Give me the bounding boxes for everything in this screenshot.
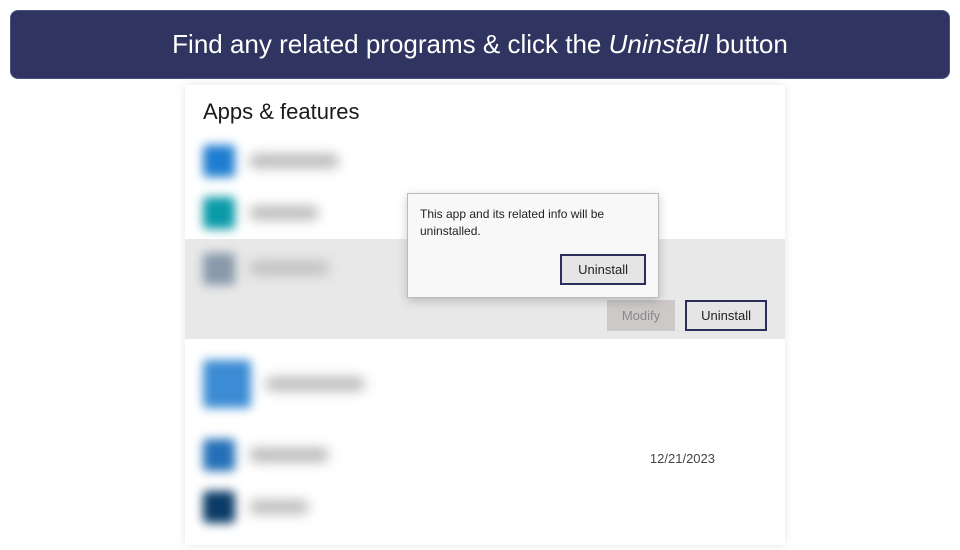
app-name-blurred	[249, 448, 329, 462]
app-icon	[203, 360, 251, 408]
app-icon	[203, 253, 235, 285]
banner-text-italic: Uninstall	[609, 29, 709, 59]
app-icon	[203, 145, 235, 177]
uninstall-popup: This app and its related info will be un…	[407, 193, 659, 298]
instruction-banner: Find any related programs & click the Un…	[10, 10, 950, 79]
app-item[interactable]: 12/21/2023	[185, 429, 785, 481]
banner-text-prefix: Find any related programs & click the	[172, 29, 608, 59]
popup-actions: Uninstall	[420, 254, 646, 285]
app-name-blurred	[249, 206, 319, 220]
app-icon	[203, 439, 235, 471]
popup-uninstall-button[interactable]: Uninstall	[560, 254, 646, 285]
app-name-blurred	[249, 500, 309, 514]
app-name-blurred	[249, 261, 329, 275]
page-title: Apps & features	[185, 85, 785, 135]
app-item[interactable]	[185, 339, 785, 429]
uninstall-button[interactable]: Uninstall	[685, 300, 767, 331]
popup-message: This app and its related info will be un…	[420, 206, 646, 240]
settings-window: Apps & features Modify Uninstall 12/21/2	[185, 85, 785, 545]
app-name-blurred	[265, 377, 365, 391]
app-icon	[203, 491, 235, 523]
app-item[interactable]	[185, 481, 785, 533]
app-install-date: 12/21/2023	[650, 451, 715, 466]
action-row: Modify Uninstall	[607, 300, 767, 331]
app-item[interactable]	[185, 135, 785, 187]
modify-button: Modify	[607, 300, 675, 331]
app-icon	[203, 197, 235, 229]
banner-text-suffix: button	[708, 29, 788, 59]
app-name-blurred	[249, 154, 339, 168]
